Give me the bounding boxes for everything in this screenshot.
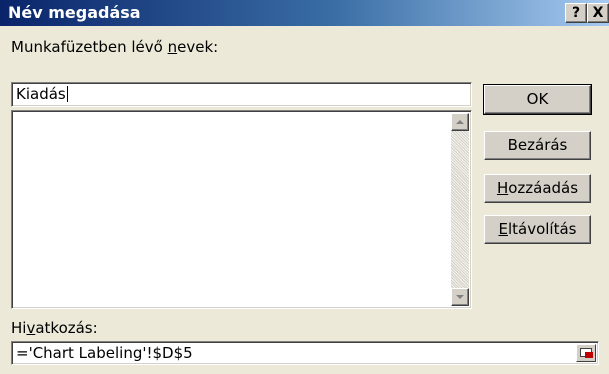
scroll-down-button[interactable] bbox=[451, 288, 469, 306]
close-dialog-button[interactable]: Bezárás bbox=[484, 131, 591, 160]
title-bar: Név megadása ? X bbox=[0, 0, 609, 26]
scroll-down-icon bbox=[456, 295, 464, 299]
names-label: Munkafüzetben lévő nevek: bbox=[11, 38, 219, 56]
add-button[interactable]: Hozzáadás bbox=[484, 174, 591, 203]
text-caret bbox=[66, 86, 68, 102]
scroll-up-icon bbox=[456, 120, 464, 124]
reference-input[interactable]: ='Chart Labeling'!$D$5 bbox=[11, 341, 599, 365]
help-icon: ? bbox=[571, 5, 581, 21]
names-list[interactable] bbox=[11, 110, 472, 309]
help-button[interactable]: ? bbox=[565, 3, 587, 23]
name-input-value: Kiadás bbox=[16, 85, 66, 103]
close-icon: X bbox=[592, 5, 604, 21]
names-list-scrollbar[interactable] bbox=[451, 113, 469, 306]
dialog-title: Név megadása bbox=[8, 3, 141, 22]
collapse-mark-icon bbox=[585, 352, 593, 358]
remove-button[interactable]: Eltávolítás bbox=[484, 215, 591, 244]
close-button[interactable]: X bbox=[587, 3, 609, 23]
collapse-dialog-button[interactable] bbox=[576, 344, 596, 362]
reference-value: ='Chart Labeling'!$D$5 bbox=[16, 344, 193, 362]
reference-label: Hivatkozás: bbox=[11, 319, 98, 337]
scroll-up-button[interactable] bbox=[451, 113, 469, 131]
ok-button[interactable]: OK bbox=[483, 84, 592, 115]
name-input[interactable]: Kiadás bbox=[11, 82, 472, 107]
